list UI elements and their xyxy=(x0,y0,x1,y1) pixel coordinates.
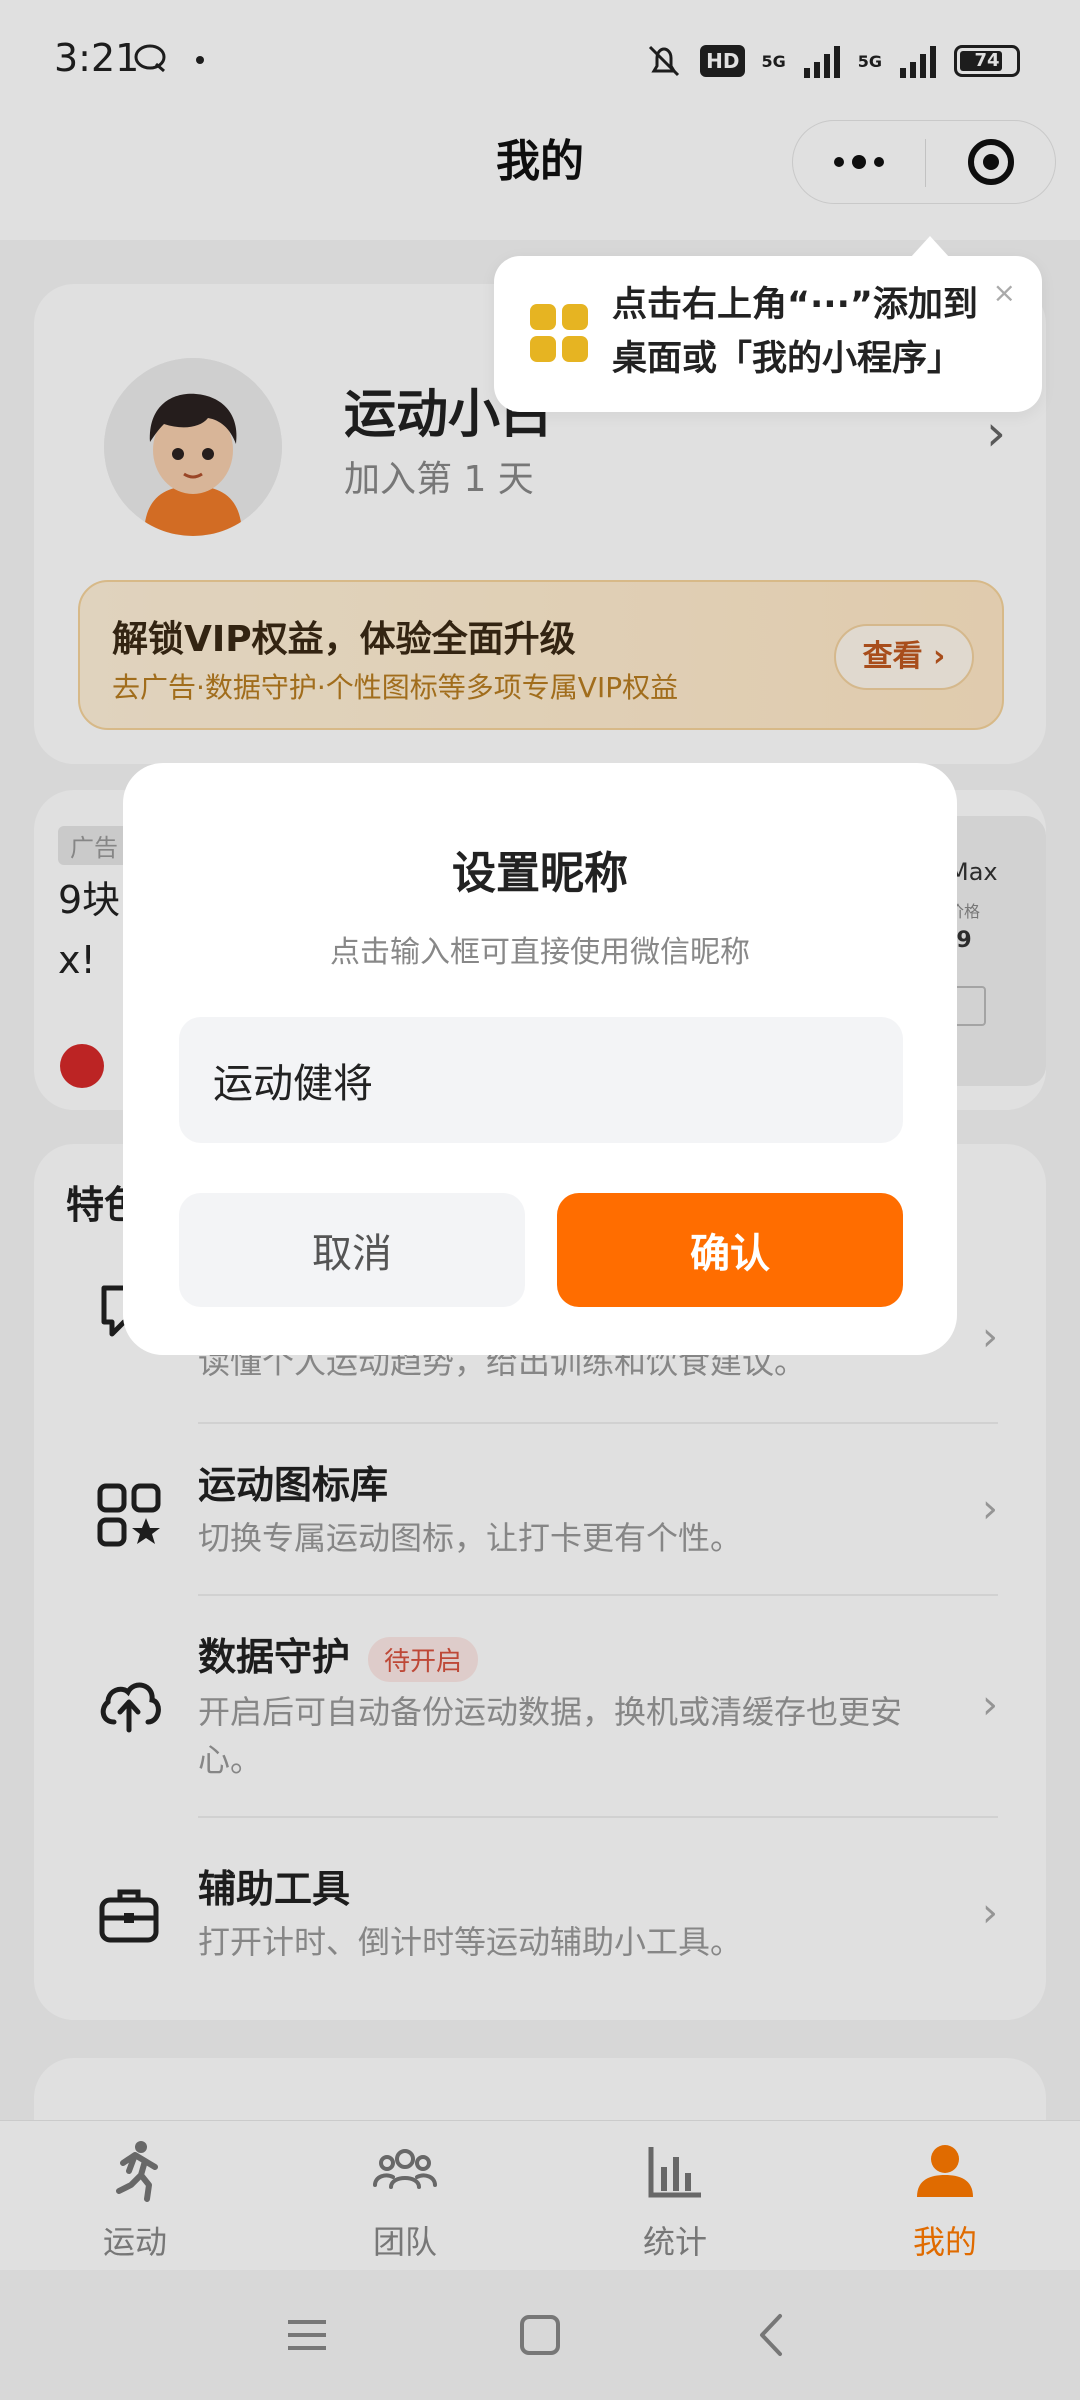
close-icon[interactable]: × xyxy=(993,276,1016,309)
tooltip-text: 点击右上角“···”添加到桌面或「我的小程序」 xyxy=(612,285,978,379)
dialog-title: 设置昵称 xyxy=(452,848,628,899)
add-to-desktop-tooltip: 点击右上角“···”添加到桌面或「我的小程序」 × xyxy=(494,236,1042,412)
dialog-subtitle: 点击输入框可直接使用微信昵称 xyxy=(330,935,750,970)
nickname-input[interactable] xyxy=(179,1017,903,1143)
miniprogram-grid-icon xyxy=(530,304,590,364)
cancel-button[interactable]: 取消 xyxy=(179,1193,525,1307)
set-nickname-dialog: 设置昵称 点击输入框可直接使用微信昵称 取消 确认 xyxy=(123,763,957,1355)
confirm-button[interactable]: 确认 xyxy=(557,1193,903,1307)
